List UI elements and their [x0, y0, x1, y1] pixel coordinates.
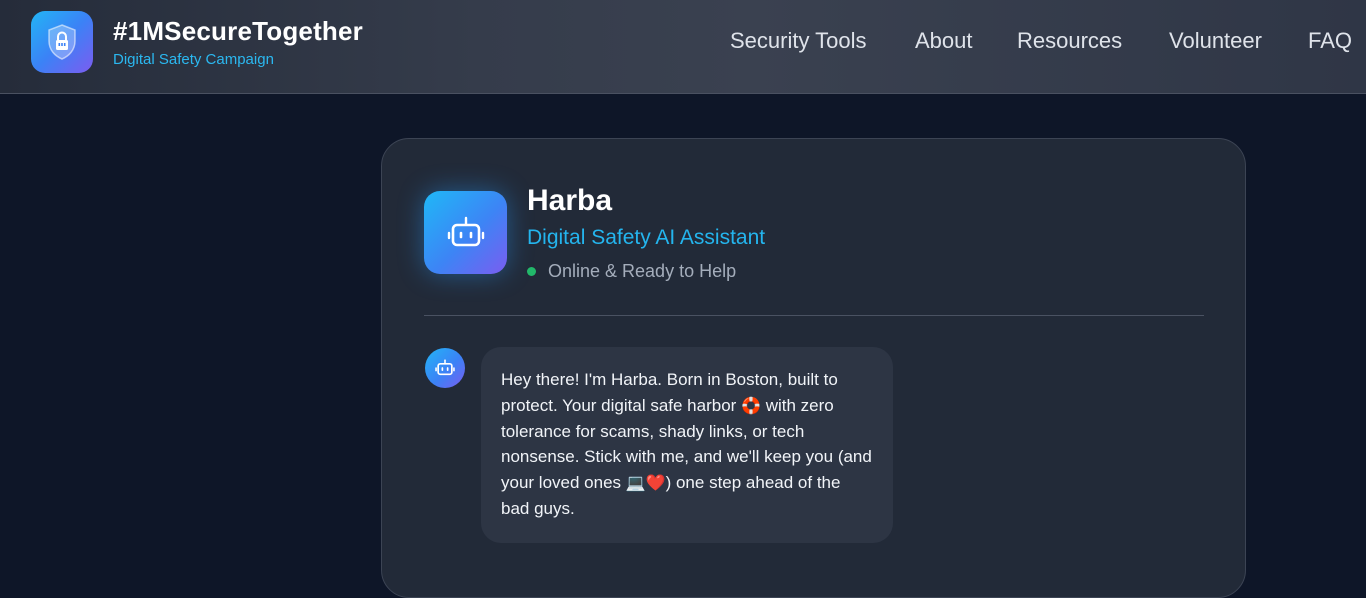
- laptop-heart-emoji: 💻❤️: [625, 473, 666, 493]
- robot-icon: [435, 359, 455, 376]
- assistant-name: Harba: [527, 184, 613, 217]
- message-avatar: [425, 348, 465, 388]
- robot-icon: [424, 191, 507, 274]
- nav-faq[interactable]: FAQ: [1308, 28, 1352, 54]
- main-nav: Security Tools About Resources Volunteer…: [0, 28, 1366, 58]
- assistant-status: Online & Ready to Help: [527, 261, 736, 282]
- status-text: Online & Ready to Help: [548, 261, 737, 281]
- assistant-role: Digital Safety AI Assistant: [527, 226, 766, 249]
- nav-resources[interactable]: Resources: [1017, 28, 1122, 54]
- message-bubble: Hey there! I'm Harba. Born in Boston, bu…: [481, 347, 893, 543]
- lifebuoy-emoji: 🛟: [741, 395, 761, 415]
- online-status-dot: [527, 267, 536, 276]
- nav-volunteer[interactable]: Volunteer: [1169, 28, 1262, 54]
- chat-card: Harba Digital Safety AI Assistant Online…: [381, 138, 1246, 598]
- site-header: #1MSecureTogether Digital Safety Campaig…: [0, 0, 1366, 94]
- nav-security-tools[interactable]: Security Tools: [730, 28, 867, 54]
- header-divider: [424, 315, 1204, 316]
- nav-about[interactable]: About: [915, 28, 973, 54]
